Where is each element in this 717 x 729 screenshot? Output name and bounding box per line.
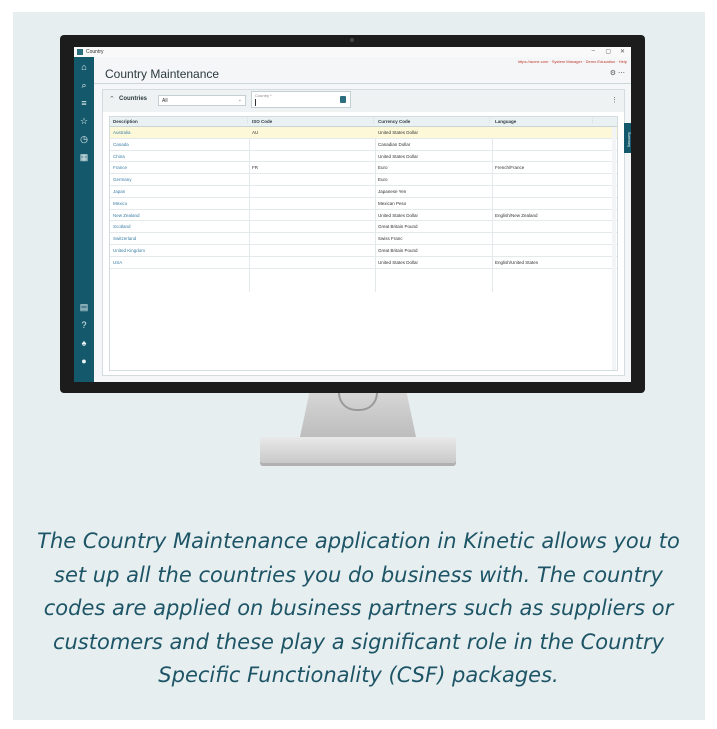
monitor-stand-base <box>260 437 456 463</box>
table-row[interactable]: Japan Japanese Yen <box>110 186 617 198</box>
cell-currency: Euro <box>378 177 388 183</box>
column-menu-icon[interactable]: ⋮ <box>245 118 250 124</box>
cell-currency: United States Dollar <box>378 212 419 218</box>
cell-iso-code: FR <box>252 165 258 171</box>
cell-currency: United States Dollar <box>378 130 419 135</box>
app-icon <box>77 49 83 55</box>
cell-currency: Mexican Peso <box>378 200 407 206</box>
maximize-icon[interactable]: ▢ <box>605 48 611 55</box>
cell-description[interactable]: Australia <box>113 130 131 135</box>
bell-icon[interactable]: ♠ <box>78 337 90 349</box>
filter-value: All <box>162 98 168 104</box>
home-icon[interactable]: ⌂ <box>78 61 90 73</box>
window-title: Country <box>86 49 104 55</box>
menu-icon[interactable]: ≡ <box>78 97 90 109</box>
cell-language: English/New Zealand <box>495 212 538 218</box>
chat-icon[interactable]: ▤ <box>78 301 90 313</box>
cell-description[interactable]: Japan <box>113 189 125 194</box>
text-caret <box>255 99 256 106</box>
lookup-icon[interactable] <box>340 96 346 103</box>
table-row[interactable]: USA United States Dollar English/United St… <box>110 257 617 269</box>
cell-description[interactable]: Germany <box>113 177 132 182</box>
column-menu-icon[interactable]: ⋮ <box>487 118 492 124</box>
app-screen: Country – ▢ ✕ ⌂ ⌕ ≡ ☆ ◷ ▦ ▤ ? ♠ ● https:… <box>74 47 631 382</box>
countries-grid: Description ⋮ ISO Code ⋮ Currency Code ⋮… <box>109 116 618 371</box>
table-row[interactable]: United Kingdom Great Britain Pound <box>110 245 617 257</box>
column-header-currency-code[interactable]: Currency Code <box>378 119 410 124</box>
column-header-iso-code[interactable]: ISO Code <box>252 119 272 124</box>
panel-toolbar: ⌃ Countries All ⌄ Country * ⋮ <box>103 90 624 112</box>
cell-language: French/France <box>495 165 525 171</box>
grid-header: Description ⋮ ISO Code ⋮ Currency Code ⋮… <box>110 117 617 127</box>
monitor-frame: Country – ▢ ✕ ⌂ ⌕ ≡ ☆ ◷ ▦ ▤ ? ♠ ● https:… <box>60 35 645 393</box>
cell-iso-code: AU <box>252 130 259 135</box>
divider <box>94 83 631 84</box>
cell-language: English/United States <box>495 259 539 265</box>
more-options-icon[interactable]: ⋮ <box>611 96 618 104</box>
table-row[interactable]: France FR Euro French/France <box>110 162 617 175</box>
close-icon[interactable]: ✕ <box>620 48 625 55</box>
cell-description[interactable]: France <box>113 165 127 170</box>
cell-currency: Canadian Dollar <box>378 141 411 147</box>
help-icon[interactable]: ? <box>78 319 90 331</box>
table-row[interactable]: Canada Canadian Dollar <box>110 139 617 151</box>
grid-rows: Australia AU United States Dollar Canada Ca… <box>110 127 617 269</box>
table-row[interactable]: Scotland Great Britain Pound <box>110 221 617 234</box>
column-menu-icon[interactable]: ⋮ <box>590 118 595 124</box>
star-icon[interactable]: ☆ <box>78 115 90 127</box>
column-menu-icon[interactable]: ⋮ <box>371 118 376 124</box>
cell-description[interactable]: Scotland <box>113 224 131 229</box>
search-icon[interactable]: ⌕ <box>78 79 90 91</box>
cell-currency: United States Dollar <box>378 153 419 159</box>
cell-currency: Great Britain Pound <box>378 247 418 253</box>
cell-currency: Swiss Franc <box>378 236 403 242</box>
caption-text: The Country Maintenance application in K… <box>37 529 680 687</box>
cell-currency: Japanese Yen <box>378 188 407 194</box>
collapse-icon[interactable]: ⌃ <box>109 95 115 103</box>
cell-description[interactable]: Mexico <box>113 201 127 206</box>
cell-description[interactable]: United Kingdom <box>113 248 145 253</box>
table-row[interactable]: Switzerland Swiss Franc <box>110 233 617 245</box>
header-actions[interactable]: ⚙ ⋯ <box>610 69 625 77</box>
utility-links[interactable]: https://acme.com · System Manager · Demo… <box>518 59 627 64</box>
country-search-input[interactable]: Country * <box>251 91 351 108</box>
page-title: Country Maintenance <box>105 67 220 81</box>
panel-title: Countries <box>119 96 148 102</box>
user-icon[interactable]: ● <box>78 355 90 367</box>
search-placeholder: Country * <box>255 93 272 98</box>
minimize-icon[interactable]: – <box>592 48 595 54</box>
table-row[interactable]: Germany Euro <box>110 174 617 186</box>
summary-side-tab[interactable]: Summary <box>624 123 631 153</box>
table-row[interactable]: Australia AU United States Dollar <box>110 127 617 139</box>
table-row[interactable]: Mexico Mexican Peso <box>110 198 617 210</box>
window-titlebar: Country – ▢ ✕ <box>74 47 631 57</box>
cell-currency: Great Britain Pound <box>378 224 418 230</box>
column-header-language[interactable]: Language <box>495 119 516 124</box>
webcam <box>350 38 354 42</box>
history-icon[interactable]: ◷ <box>78 133 90 145</box>
side-navigation: ⌂ ⌕ ≡ ☆ ◷ ▦ ▤ ? ♠ ● <box>74 57 94 382</box>
cell-currency: Euro <box>378 165 388 171</box>
dashboard-icon[interactable]: ▦ <box>78 151 90 163</box>
table-row[interactable]: China United States Dollar <box>110 151 617 163</box>
cell-currency: United States Dollar <box>378 259 419 265</box>
column-header-description[interactable]: Description <box>113 119 138 124</box>
filter-dropdown[interactable]: All ⌄ <box>158 95 246 106</box>
table-row[interactable]: New Zealand United States Dollar English/N… <box>110 210 617 222</box>
cell-description[interactable]: New Zealand <box>113 213 140 218</box>
grid-scrollbar[interactable] <box>612 127 616 370</box>
countries-panel: ⌃ Countries All ⌄ Country * ⋮ Descriptio… <box>102 89 625 376</box>
cell-description[interactable]: Switzerland <box>113 236 136 241</box>
cell-description[interactable]: China <box>113 154 125 159</box>
cell-description[interactable]: USA <box>113 260 122 265</box>
cell-description[interactable]: Canada <box>113 142 129 147</box>
chevron-down-icon: ⌄ <box>237 97 242 103</box>
